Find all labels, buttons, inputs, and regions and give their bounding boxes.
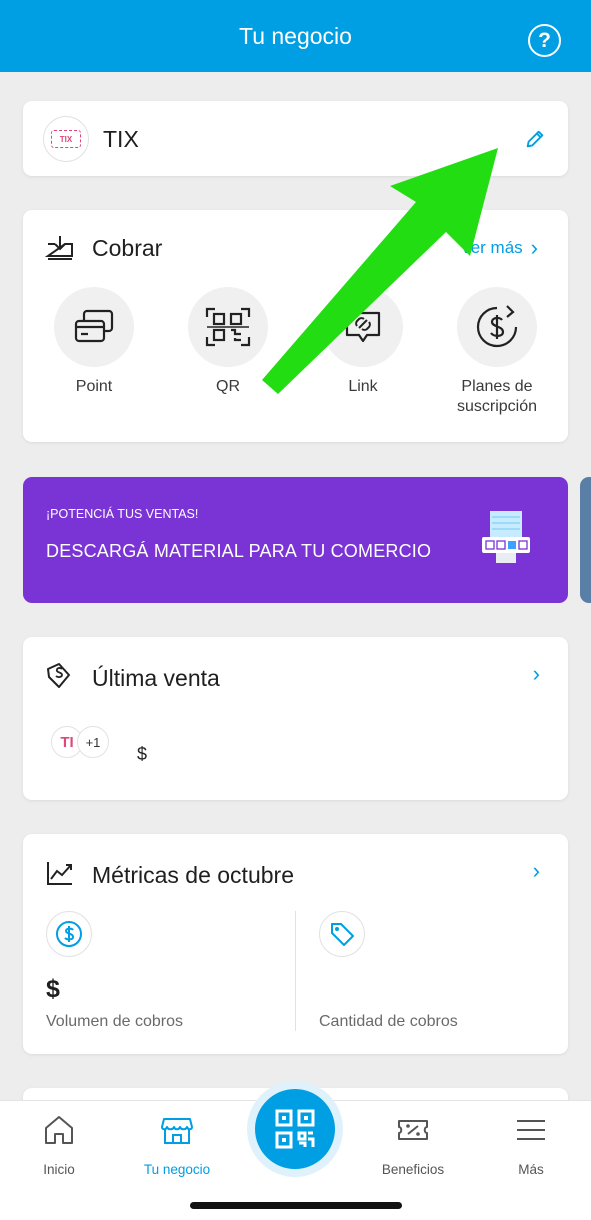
promo-kicker: ¡POTENCIÁ TUS VENTAS! — [46, 507, 199, 521]
tab-tu-negocio-label: Tu negocio — [143, 1162, 211, 1177]
tab-mas[interactable]: Más — [481, 1113, 581, 1177]
tab-mas-label: Más — [518, 1162, 544, 1177]
card-reader-icon — [54, 287, 134, 367]
action-subscription-label: Planes de suscripción — [432, 377, 562, 417]
store-materials-illustration-icon — [482, 511, 530, 563]
page-title: Tu negocio — [239, 22, 352, 49]
action-point[interactable]: Point — [29, 287, 159, 397]
subscription-label-line2: suscripción — [456, 398, 538, 415]
bottom-tab-bar: Inicio Tu negocio Beneficios Más — [0, 1081, 591, 1220]
cobrar-title: Cobrar — [92, 235, 163, 261]
action-link[interactable]: Link — [298, 287, 428, 397]
trend-chart-icon — [47, 862, 72, 885]
qr-scan-button[interactable] — [247, 1081, 343, 1177]
menu-icon — [517, 1120, 545, 1140]
action-link-label: Link — [348, 378, 378, 395]
count-label: Cantidad de cobros — [319, 1013, 458, 1030]
volume-value: $ — [46, 975, 60, 1003]
metrics-divider — [295, 911, 296, 1031]
chevron-right-icon: › — [530, 235, 538, 260]
help-button[interactable]: ? — [528, 24, 561, 57]
last-sale-card[interactable]: Última venta › TI +1 $ — [23, 637, 568, 800]
store-logo: TIX — [43, 116, 89, 162]
pencil-icon[interactable] — [524, 128, 546, 150]
tab-tu-negocio[interactable]: Tu negocio — [127, 1113, 227, 1177]
tab-beneficios[interactable]: Beneficios — [363, 1113, 463, 1177]
link-bubble-icon — [323, 287, 403, 367]
volume-label: Volumen de cobros — [46, 1013, 183, 1030]
tab-inicio-label: Inicio — [43, 1162, 75, 1177]
tab-beneficios-label: Beneficios — [381, 1162, 445, 1177]
last-sale-title: Última venta — [92, 665, 220, 691]
promo-banner[interactable]: ¡POTENCIÁ TUS VENTAS! DESCARGÁ MATERIAL … — [23, 477, 568, 603]
recurring-dollar-icon — [457, 287, 537, 367]
qr-code-icon — [188, 287, 268, 367]
promo-title: DESCARGÁ MATERIAL PARA TU COMERCIO — [46, 541, 432, 561]
tag-dollar-icon — [47, 663, 70, 688]
see-more-link[interactable]: Ver más › — [460, 237, 538, 259]
home-indicator[interactable] — [190, 1202, 402, 1209]
store-logo-text: TIX — [51, 130, 81, 148]
metrics-title: Métricas de octubre — [92, 862, 294, 888]
download-tray-icon — [45, 236, 73, 260]
action-subscription-plans[interactable]: Planes de suscripción — [432, 287, 562, 417]
next-banner-peek[interactable] — [580, 477, 591, 603]
tab-inicio[interactable]: Inicio — [9, 1113, 109, 1177]
question-circle-icon: ? — [538, 28, 551, 52]
price-tag-icon — [319, 911, 365, 957]
qr-code-icon — [255, 1089, 335, 1169]
discount-ticket-icon — [398, 1120, 428, 1140]
dollar-circle-icon — [46, 911, 92, 957]
chevron-right-icon[interactable]: › — [533, 860, 540, 882]
home-icon — [45, 1116, 73, 1144]
action-qr-label: QR — [216, 378, 240, 395]
subscription-label-line1: Planes de — [461, 378, 533, 395]
sale-amount: $ — [137, 744, 148, 764]
store-name: TIX — [103, 126, 139, 152]
see-more-label: Ver más — [460, 238, 523, 257]
store-icon — [161, 1118, 193, 1144]
cobrar-card: Cobrar Ver más › Point QR Link Planes de… — [23, 210, 568, 442]
chevron-right-icon[interactable]: › — [533, 663, 540, 685]
action-qr[interactable]: QR — [163, 287, 293, 397]
top-app-bar: Tu negocio ? — [0, 0, 591, 72]
action-point-label: Point — [75, 378, 113, 395]
metrics-card[interactable]: Métricas de octubre › $ Volumen de cobro… — [23, 834, 568, 1054]
extra-items-badge: +1 — [77, 726, 109, 758]
store-card[interactable]: TIX TIX — [23, 101, 568, 176]
